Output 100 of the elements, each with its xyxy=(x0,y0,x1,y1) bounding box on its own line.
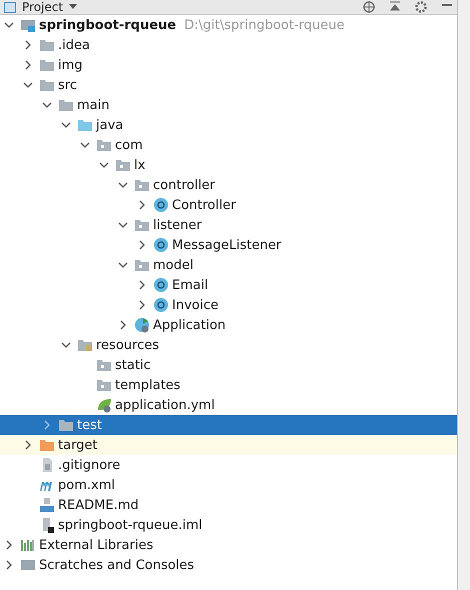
folder-icon xyxy=(58,97,74,113)
tree-row[interactable]: External Libraries xyxy=(0,535,457,555)
tree-row[interactable]: Invoice xyxy=(0,295,457,315)
class-icon xyxy=(153,277,169,293)
class-icon xyxy=(153,237,169,253)
item-label: target xyxy=(58,438,98,452)
chevron-right-icon[interactable] xyxy=(23,440,33,450)
tree-row[interactable]: pom.xml xyxy=(0,475,457,495)
caret-icon[interactable] xyxy=(69,4,78,10)
item-label: Application xyxy=(153,318,226,332)
folder-icon xyxy=(39,37,55,53)
chevron-right-icon[interactable] xyxy=(137,280,147,290)
tree-row[interactable]: static xyxy=(0,355,457,375)
item-label: springboot-rqueue xyxy=(39,18,176,32)
item-label: listener xyxy=(153,218,202,232)
item-label: application.yml xyxy=(115,398,215,412)
item-label: Controller xyxy=(172,198,236,212)
chevron-down-icon[interactable] xyxy=(118,220,128,230)
class-icon xyxy=(134,317,150,333)
window-icon xyxy=(4,2,16,12)
leaf-icon xyxy=(96,397,112,413)
markdown-file-icon xyxy=(39,497,55,513)
item-label: README.md xyxy=(58,498,139,512)
tree-row[interactable]: Controller xyxy=(0,195,457,215)
item-label: templates xyxy=(115,378,180,392)
package-icon xyxy=(96,137,112,153)
module-icon xyxy=(20,17,36,33)
item-label: controller xyxy=(153,178,216,192)
item-label: static xyxy=(115,358,151,372)
tree-row[interactable]: src xyxy=(0,75,457,95)
class-icon xyxy=(153,197,169,213)
chevron-right-icon[interactable] xyxy=(23,40,33,50)
item-label: springboot-rqueue.iml xyxy=(58,518,202,532)
chevron-right-icon[interactable] xyxy=(137,240,147,250)
chevron-right-icon[interactable] xyxy=(137,300,147,310)
chevron-down-icon[interactable] xyxy=(42,100,52,110)
folder-icon xyxy=(39,437,55,453)
tree-row[interactable]: Email xyxy=(0,275,457,295)
chevron-right-icon[interactable] xyxy=(23,60,33,70)
package-icon xyxy=(134,217,150,233)
package-icon xyxy=(96,377,112,393)
item-label: Email xyxy=(172,278,208,292)
folder-icon xyxy=(39,57,55,73)
chevron-down-icon[interactable] xyxy=(4,20,14,30)
class-icon xyxy=(153,297,169,313)
folder-icon xyxy=(77,117,93,133)
item-label: .gitignore xyxy=(58,458,120,472)
item-label: test xyxy=(77,418,102,432)
package-icon xyxy=(115,157,131,173)
package-icon xyxy=(134,177,150,193)
item-label: External Libraries xyxy=(39,538,154,552)
chevron-down-icon[interactable] xyxy=(99,160,109,170)
crosshair-icon[interactable] xyxy=(363,1,375,13)
tree-row[interactable]: target xyxy=(0,435,457,455)
tree-row[interactable]: README.md xyxy=(0,495,457,515)
project-path: D:\git\springboot-rqueue xyxy=(184,18,344,32)
chevron-down-icon[interactable] xyxy=(23,80,33,90)
package-icon xyxy=(96,357,112,373)
chevron-right-icon[interactable] xyxy=(137,200,147,210)
collapse-icon[interactable] xyxy=(389,1,401,13)
tree-row[interactable]: application.yml xyxy=(0,395,457,415)
item-label: pom.xml xyxy=(58,478,115,492)
tree-row[interactable]: springboot-rqueue.iml xyxy=(0,515,457,535)
item-label: java xyxy=(96,118,124,132)
tree-row[interactable]: .gitignore xyxy=(0,455,457,475)
item-label: com xyxy=(115,138,143,152)
tree-row[interactable]: springboot-rqueue D:\git\springboot-rqueue xyxy=(0,15,457,35)
tree-row[interactable]: MessageListener xyxy=(0,235,457,255)
tree-row[interactable]: .idea xyxy=(0,35,457,55)
tree-row[interactable]: model xyxy=(0,255,457,275)
tree-row[interactable]: templates xyxy=(0,375,457,395)
tree-row[interactable]: img xyxy=(0,55,457,75)
resources-folder-icon xyxy=(77,337,93,353)
chevron-right-icon[interactable] xyxy=(118,320,128,330)
tree-row[interactable]: java xyxy=(0,115,457,135)
folder-icon xyxy=(39,77,55,93)
item-label: main xyxy=(77,98,110,112)
chevron-down-icon[interactable] xyxy=(61,340,71,350)
tree-row[interactable]: test xyxy=(0,415,457,435)
chevron-down-icon[interactable] xyxy=(118,180,128,190)
chevron-down-icon[interactable] xyxy=(80,140,90,150)
tree-row[interactable]: lx xyxy=(0,155,457,175)
tree-row[interactable]: resources xyxy=(0,335,457,355)
item-label: .idea xyxy=(58,38,90,52)
panel-title[interactable]: Project xyxy=(22,0,64,14)
item-label: src xyxy=(58,78,77,92)
tree-row[interactable]: Scratches and Consoles xyxy=(0,555,457,575)
item-label: model xyxy=(153,258,194,272)
item-label: MessageListener xyxy=(172,238,282,252)
chevron-down-icon[interactable] xyxy=(61,120,71,130)
tree-row[interactable]: com xyxy=(0,135,457,155)
chevron-right-icon[interactable] xyxy=(4,540,14,550)
tree-row[interactable]: Application xyxy=(0,315,457,335)
tree-row[interactable]: controller xyxy=(0,175,457,195)
chevron-right-icon[interactable] xyxy=(4,560,14,570)
tree-row[interactable]: main xyxy=(0,95,457,115)
tree-row[interactable]: listener xyxy=(0,215,457,235)
libraries-icon xyxy=(20,537,36,553)
chevron-down-icon[interactable] xyxy=(118,260,128,270)
item-label: Scratches and Consoles xyxy=(39,558,194,572)
